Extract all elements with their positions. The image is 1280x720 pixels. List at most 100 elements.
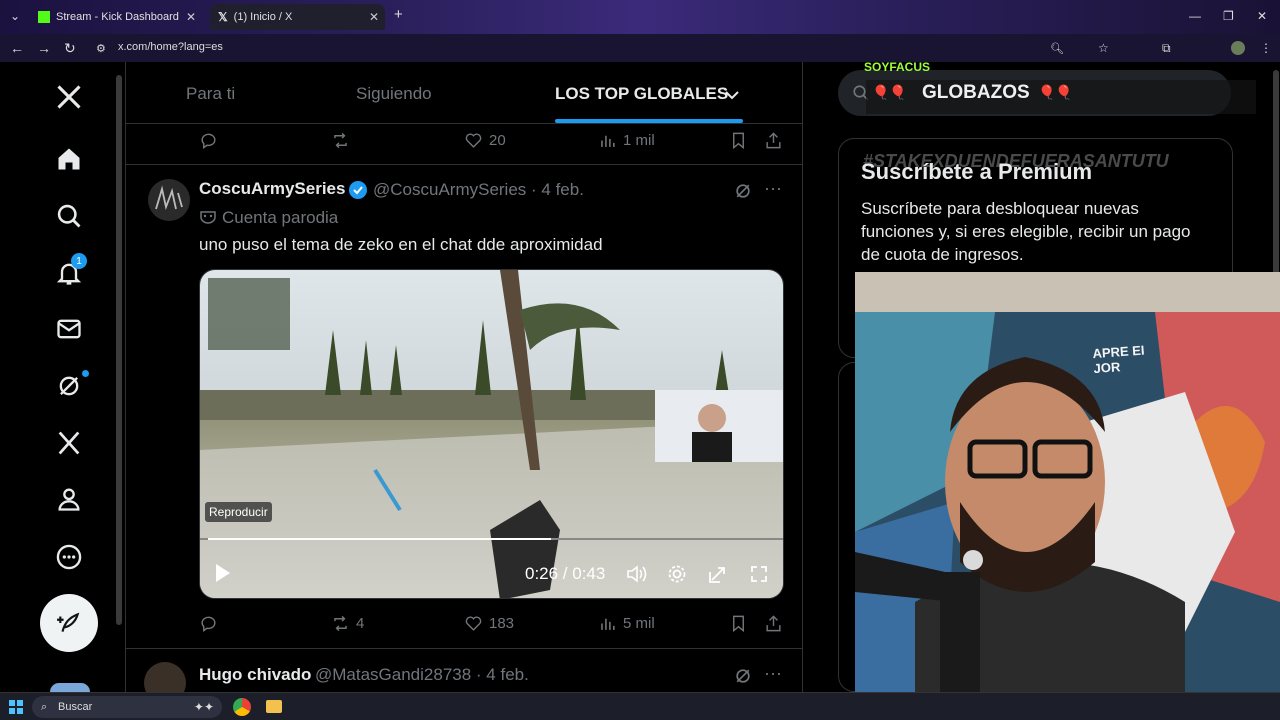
stream-overlay-title: GLOBAZOS — [922, 82, 1030, 103]
more-icon[interactable]: ··· — [764, 178, 782, 199]
wall-graffiti-text: APRE EI JOR — [1092, 342, 1145, 377]
back-icon[interactable]: ← — [10, 40, 24, 56]
view-count: 5 mil — [623, 615, 655, 632]
windows-start-icon[interactable] — [9, 700, 23, 714]
parody-label: Cuenta parodia — [222, 208, 339, 227]
tweet-handle[interactable]: @CoscuArmySeries · 4 feb. — [373, 180, 584, 200]
like-button[interactable]: 183 — [464, 614, 514, 633]
tab-los-top-globales[interactable]: LOS TOP GLOBALES — [555, 84, 728, 104]
x-premium-icon[interactable] — [54, 428, 84, 458]
home-icon[interactable] — [54, 144, 84, 174]
browser-tab-x[interactable]: 𝕏 (1) Inicio / X ✕ — [210, 4, 385, 30]
picture-in-picture-icon[interactable] — [708, 564, 728, 584]
views-button[interactable]: 1 mil — [598, 131, 655, 150]
graffiti-logo-icon — [155, 185, 183, 211]
repost-button[interactable]: 4 — [331, 614, 364, 633]
bookmark-star-icon[interactable]: ☆ — [1098, 41, 1109, 55]
x-logo-icon[interactable] — [54, 82, 84, 112]
view-count: 1 mil — [623, 132, 655, 149]
grok-icon[interactable] — [733, 181, 753, 201]
reply-button[interactable] — [199, 131, 218, 150]
profile-avatar[interactable] — [1231, 41, 1245, 58]
divider — [126, 648, 802, 649]
video-player[interactable]: Reproducir 0:26 / 0:43 — [199, 269, 784, 599]
settings-gear-icon[interactable] — [667, 564, 687, 584]
browser-menu-icon[interactable]: ⋮ — [1260, 41, 1272, 55]
kick-icon — [38, 11, 50, 23]
volume-icon[interactable] — [626, 564, 648, 584]
profile-icon[interactable] — [54, 484, 84, 514]
browser-tab-bar: ⌄ Stream - Kick Dashboard ✕ 𝕏 (1) Inicio… — [0, 0, 1280, 34]
views-icon — [601, 135, 615, 147]
divider — [126, 164, 802, 165]
zoom-icon[interactable]: 🔍︎ — [1050, 42, 1064, 55]
minimize-icon[interactable]: — — [1189, 9, 1201, 23]
search-icon: ⌕ — [41, 701, 48, 713]
like-button[interactable]: 20 — [464, 131, 506, 150]
search-icon[interactable] — [54, 201, 84, 231]
grok-icon[interactable] — [733, 666, 753, 686]
compose-post-button[interactable] — [40, 594, 98, 652]
close-tab-icon[interactable]: ✕ — [369, 10, 379, 24]
heart-icon — [465, 616, 482, 631]
video-progress[interactable] — [208, 538, 551, 540]
tweet-author-name[interactable]: Hugo chivado — [199, 665, 311, 685]
tweet-handle[interactable]: @MatasGandi28738 · 4 feb. — [315, 665, 529, 685]
close-window-icon[interactable]: ✕ — [1257, 9, 1267, 23]
timeline-tabs: Para ti Siguiendo LOS TOP GLOBALES — [126, 62, 802, 124]
tweet-actions: 4 183 5 mil — [126, 608, 802, 638]
like-count: 20 — [489, 132, 506, 149]
taskbar-search[interactable]: ⌕ Buscar ✦✦ — [32, 696, 222, 718]
url-field[interactable]: x.com/home?lang=es — [118, 41, 223, 53]
file-explorer-icon[interactable] — [266, 700, 282, 713]
more-icon[interactable]: ··· — [764, 663, 782, 684]
video-frame — [200, 270, 783, 598]
share-icon — [766, 132, 781, 149]
share-button[interactable] — [764, 614, 783, 633]
chevron-down-icon[interactable] — [724, 89, 740, 101]
messages-icon[interactable] — [54, 314, 84, 344]
reply-button[interactable] — [199, 614, 218, 633]
stream-overlay-user: SOYFACUS — [864, 60, 931, 74]
tab-siguiendo[interactable]: Siguiendo — [356, 84, 432, 104]
repost-icon — [334, 132, 347, 149]
share-button[interactable] — [764, 131, 783, 150]
reply-icon — [201, 616, 216, 633]
play-icon[interactable] — [214, 562, 232, 584]
site-info-icon[interactable]: ⚙ — [96, 42, 106, 55]
views-button[interactable]: 5 mil — [598, 614, 655, 633]
repost-button[interactable] — [331, 131, 350, 150]
repost-count: 4 — [356, 615, 365, 632]
maximize-icon[interactable]: ❐ — [1223, 9, 1234, 23]
x-logo-icon: 𝕏 — [218, 10, 228, 24]
avatar[interactable] — [148, 179, 190, 221]
tab-para-ti[interactable]: Para ti — [186, 84, 235, 104]
active-tab-indicator — [555, 119, 743, 123]
bookmark-button[interactable] — [729, 131, 748, 150]
scrollbar[interactable] — [116, 75, 122, 625]
minimap — [208, 278, 290, 350]
tab-title: Stream - Kick Dashboard — [56, 11, 179, 23]
reload-icon[interactable]: ↻ — [64, 40, 76, 57]
avatar[interactable] — [144, 662, 186, 692]
bookmark-button[interactable] — [729, 614, 748, 633]
chrome-taskbar-icon[interactable] — [232, 697, 252, 717]
browser-tab-kick[interactable]: Stream - Kick Dashboard ✕ — [30, 4, 202, 30]
account-avatar[interactable] — [50, 683, 90, 692]
close-tab-icon[interactable]: ✕ — [186, 10, 196, 24]
scrollbar[interactable] — [1273, 70, 1279, 280]
share-icon — [766, 615, 781, 632]
extensions-icon[interactable]: ⧉ — [1162, 41, 1171, 56]
more-options-icon[interactable] — [54, 542, 84, 572]
forward-icon[interactable]: → — [37, 40, 51, 56]
grok-unread-dot — [82, 370, 89, 377]
fullscreen-icon[interactable] — [749, 564, 769, 584]
grok-icon[interactable] — [54, 371, 84, 401]
tweet-author-name[interactable]: CoscuArmySeries — [199, 179, 345, 199]
bookmark-icon — [733, 615, 744, 633]
tab-list-icon[interactable]: ⌄ — [10, 9, 20, 23]
new-tab-icon[interactable]: + — [394, 6, 403, 23]
balloon-icon: 🎈🎈 — [872, 84, 907, 100]
feather-plus-icon — [57, 612, 80, 632]
verified-badge-icon — [349, 181, 367, 199]
